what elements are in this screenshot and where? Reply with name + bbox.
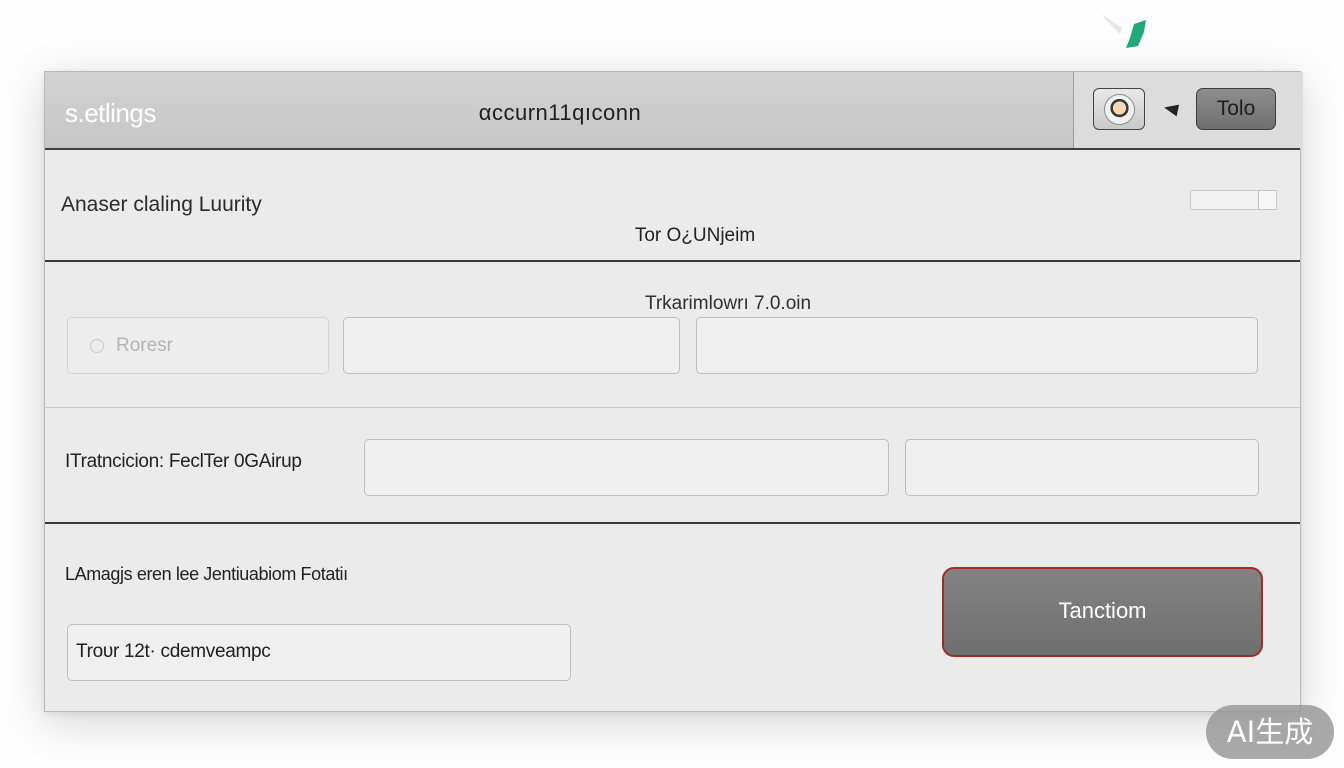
search-icon [90,339,104,353]
section-1-label: Anaser claling Luurity [61,193,262,216]
section-4-label: LAmagjs eren lee Jentiuabiom Fotatiı [65,564,348,584]
divider [45,522,1300,524]
section-4-input[interactable]: Troᴜr 12t· cdemveampc [67,624,571,681]
search-placeholder: Roresr [116,335,174,356]
primary-action-button[interactable]: Tanctiom [942,567,1263,657]
section-3-label: ITratncicion: FeclTer 0GAirup [65,451,302,472]
divider [45,407,1300,408]
section-1-toggle[interactable] [1190,190,1277,210]
user-avatar-icon [1104,94,1135,125]
caret-left-icon[interactable] [1162,101,1180,117]
green-leaf-icon [1102,14,1146,48]
section-4-input-value: Troᴜr 12t· cdemveampc [76,641,271,662]
section-2-input-2[interactable] [696,317,1258,374]
toggle-knob [1258,190,1277,210]
search-field[interactable]: Roresr [67,317,329,374]
header-actions: Tolo [1073,72,1303,148]
section-3-input-2[interactable] [905,439,1259,496]
ai-watermark: AI生成 [1206,705,1334,759]
divider [45,260,1300,262]
section-3-input-1[interactable] [364,439,889,496]
document-title: αccurn11qıconn [478,100,642,125]
section-2-center-text: Trkarimlowrı 7.0.oin [644,293,812,314]
tool-button[interactable]: Tolo [1196,88,1276,130]
screen: s.etlings αccurn11qıconn Tolo Anaser cla… [0,0,1344,768]
section-1-center-text: Tor O¿UNjeim [634,225,756,246]
account-button[interactable] [1093,88,1145,130]
settings-window: s.etlings αccurn11qıconn Tolo Anaser cla… [44,71,1303,712]
window-header: s.etlings αccurn11qıconn Tolo [45,72,1303,150]
section-2-input-1[interactable] [343,317,680,374]
